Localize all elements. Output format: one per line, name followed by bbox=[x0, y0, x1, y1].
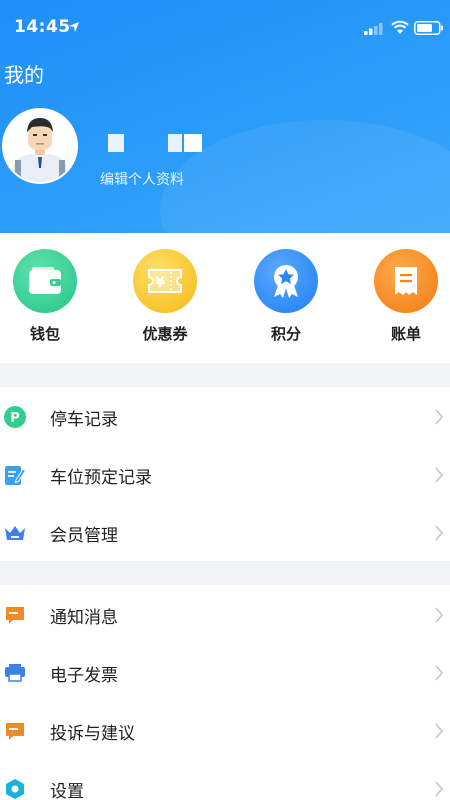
cellular-signal-icon bbox=[364, 23, 383, 35]
quick-action-points[interactable]: 积分 bbox=[246, 249, 326, 344]
menu-item-reservation-records[interactable]: 车位预定记录 bbox=[0, 445, 450, 503]
chevron-right-icon bbox=[435, 723, 444, 739]
message-icon bbox=[6, 607, 24, 624]
crown-icon bbox=[5, 526, 25, 540]
edit-profile-link[interactable]: 编辑个人资料 bbox=[100, 169, 184, 189]
menu-item-feedback[interactable]: 投诉与建议 bbox=[0, 701, 450, 759]
menu-group-general: 通知消息 电子发票 投诉与建议 设置 bbox=[0, 585, 450, 800]
quick-action-bill[interactable]: 账单 bbox=[366, 249, 446, 344]
status-bar: 14:45 bbox=[0, 0, 450, 58]
chevron-right-icon bbox=[435, 409, 444, 425]
quick-action-label: 钱包 bbox=[29, 325, 60, 343]
svg-text:P: P bbox=[10, 411, 20, 426]
quick-actions-panel: 钱包 ¥ 优惠券 积分 账单 bbox=[0, 233, 450, 363]
parking-icon: P bbox=[4, 406, 26, 428]
printer-icon bbox=[5, 664, 25, 682]
menu-item-label: 电子发票 bbox=[50, 666, 118, 686]
menu-item-label: 通知消息 bbox=[50, 608, 118, 628]
page-title: 我的 bbox=[4, 63, 44, 87]
quick-action-label: 积分 bbox=[270, 325, 301, 343]
menu-group-records: P 停车记录 车位预定记录 会员管理 bbox=[0, 387, 450, 561]
menu-item-settings[interactable]: 设置 bbox=[0, 759, 450, 800]
chevron-right-icon bbox=[435, 467, 444, 483]
menu-item-label: 停车记录 bbox=[50, 410, 118, 430]
user-avatar-icon bbox=[4, 110, 76, 182]
battery-icon bbox=[414, 21, 443, 35]
location-arrow-icon bbox=[69, 22, 79, 32]
edit-icon bbox=[5, 466, 26, 485]
chevron-right-icon bbox=[435, 665, 444, 681]
menu-item-label: 投诉与建议 bbox=[50, 724, 135, 744]
status-time: 14:45 bbox=[14, 17, 71, 37]
feedback-icon bbox=[6, 723, 24, 740]
profile-header: 14:45 我的 编辑个人资料 bbox=[0, 0, 450, 233]
chevron-right-icon bbox=[435, 525, 444, 541]
menu-item-label: 设置 bbox=[50, 782, 84, 800]
quick-action-label: 账单 bbox=[390, 325, 421, 343]
points-badge-icon bbox=[254, 249, 318, 313]
quick-action-coupon[interactable]: ¥ 优惠券 bbox=[125, 249, 205, 344]
wallet-icon bbox=[13, 249, 77, 313]
menu-item-notifications[interactable]: 通知消息 bbox=[0, 585, 450, 643]
avatar[interactable] bbox=[2, 108, 78, 184]
bill-icon bbox=[374, 249, 438, 313]
username-masked bbox=[108, 134, 238, 154]
menu-item-label: 车位预定记录 bbox=[50, 468, 152, 488]
menu-item-membership[interactable]: 会员管理 bbox=[0, 503, 450, 561]
menu-item-label: 会员管理 bbox=[50, 526, 118, 546]
chevron-right-icon bbox=[435, 781, 444, 797]
settings-hex-icon bbox=[6, 779, 24, 799]
quick-action-label: 优惠券 bbox=[142, 325, 188, 343]
svg-text:¥: ¥ bbox=[155, 275, 165, 291]
coupon-icon: ¥ bbox=[133, 249, 197, 313]
menu-item-e-invoice[interactable]: 电子发票 bbox=[0, 643, 450, 701]
wifi-icon bbox=[391, 20, 409, 34]
chevron-right-icon bbox=[435, 607, 444, 623]
quick-action-wallet[interactable]: 钱包 bbox=[5, 249, 85, 344]
menu-item-parking-records[interactable]: P 停车记录 bbox=[0, 387, 450, 445]
